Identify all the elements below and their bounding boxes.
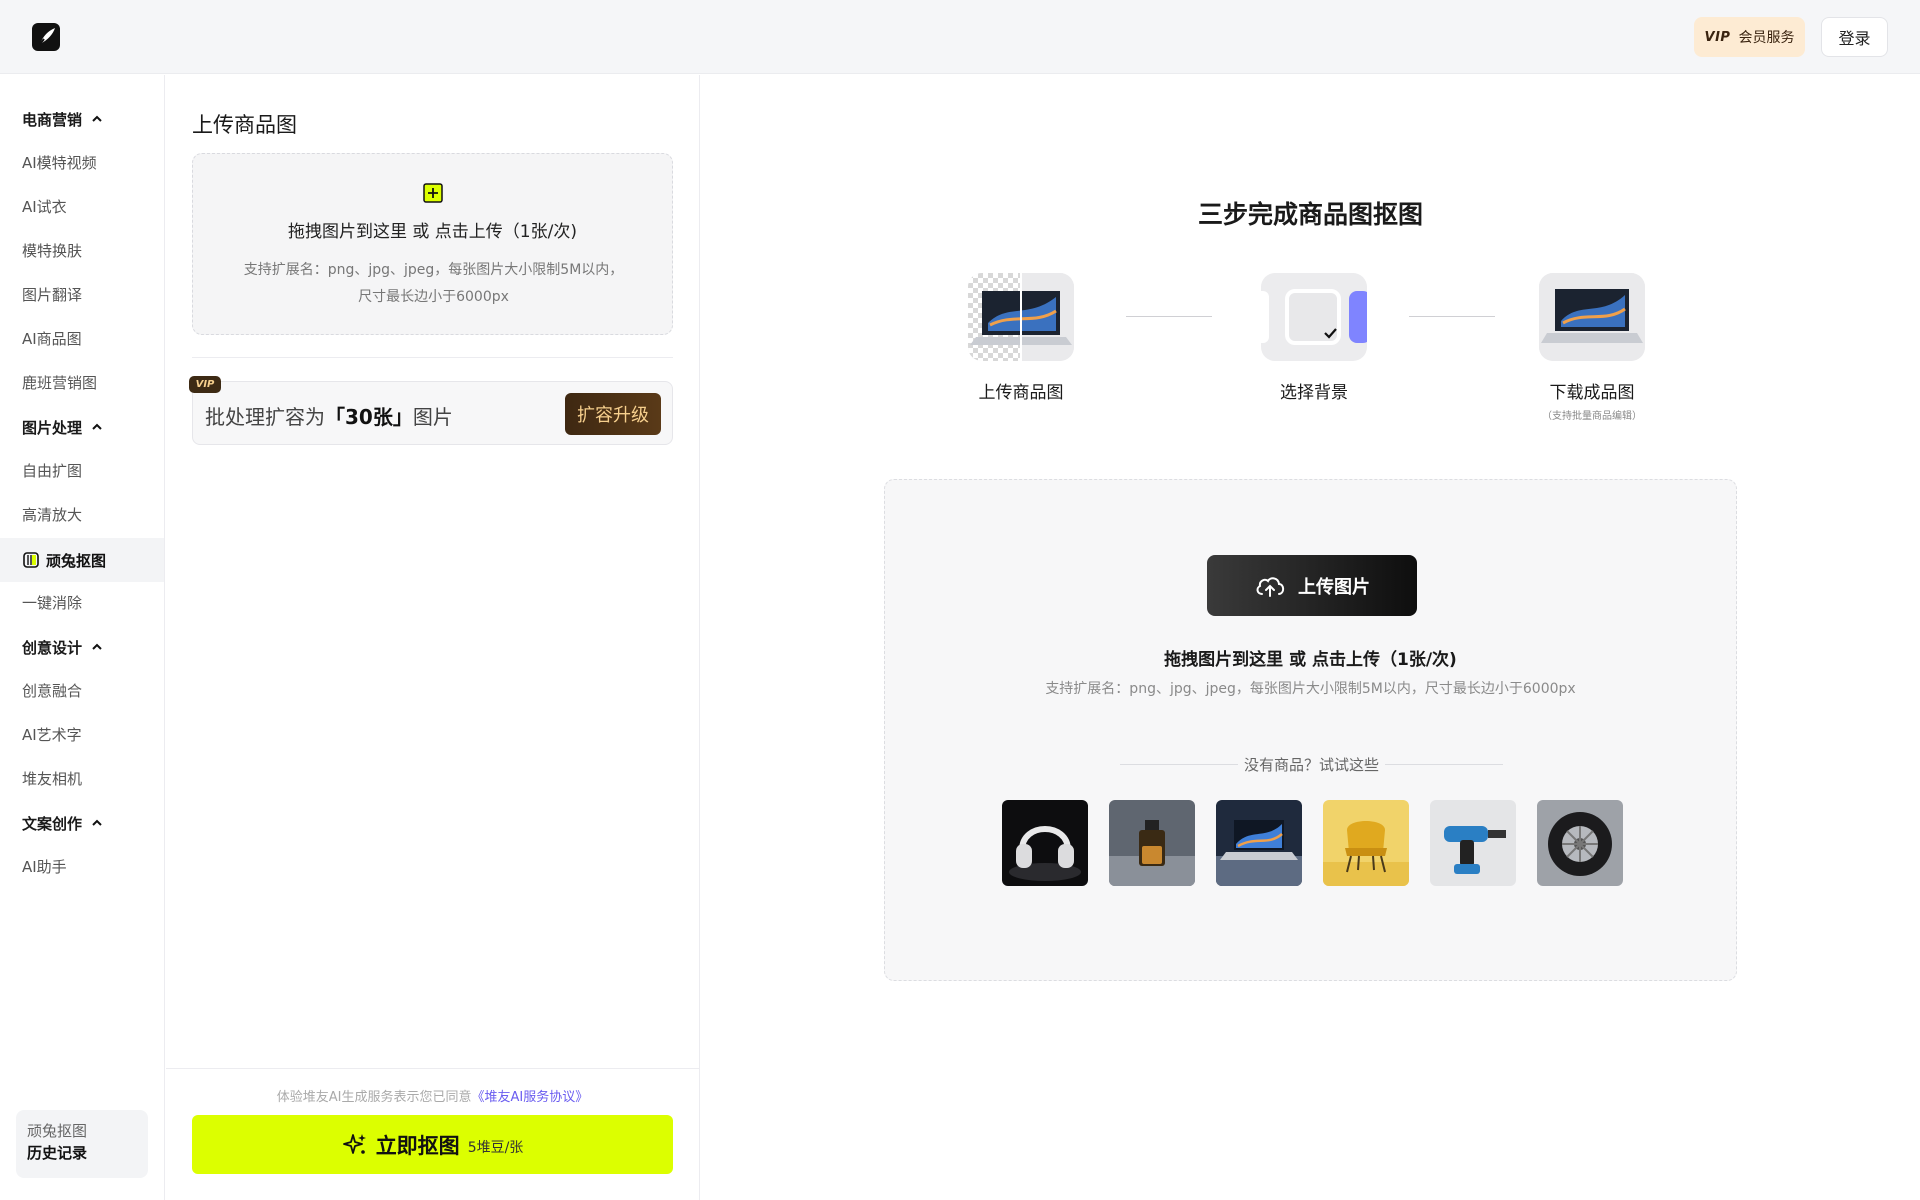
history-label: 历史记录 <box>27 1144 88 1162</box>
nav-group-label: 文案创作 <box>22 814 83 833</box>
sidebar-item-luban[interactable]: 鹿班营销图 <box>22 372 97 392</box>
sidebar-item-cutout[interactable]: 顽兔抠图 <box>0 538 164 582</box>
sidebar-item-label: 顽兔抠图 <box>46 551 107 570</box>
product-image-dropzone[interactable]: 拖拽图片到这里 或 点击上传（1张/次) 支持扩展名：png、jpg、jpeg，… <box>192 153 673 335</box>
banner-highlight: 「30张」 <box>325 405 413 429</box>
upgrade-button[interactable]: 扩容升级 <box>565 393 661 435</box>
sample-perfume[interactable] <box>1109 800 1195 886</box>
vip-label: 会员服务 <box>1738 30 1795 46</box>
history-title: 顽兔抠图 <box>27 1122 88 1140</box>
action-label: 立即抠图 <box>375 1133 460 1158</box>
batch-upgrade-text: 批处理扩容为「30张」图片 <box>205 401 453 430</box>
logo-icon[interactable] <box>31 22 61 52</box>
step-label: 上传商品图 <box>978 383 1064 403</box>
add-icon <box>423 183 443 203</box>
upload-image-button[interactable]: 上传图片 <box>1207 555 1417 616</box>
sidebar-item-outpaint[interactable]: 自由扩图 <box>22 460 82 480</box>
cutout-now-button[interactable]: 立即抠图 5堆豆/张 <box>192 1115 673 1174</box>
chair-image <box>1323 800 1409 886</box>
action-cost: 5堆豆/张 <box>467 1139 524 1156</box>
config-panel: 上传商品图 拖拽图片到这里 或 点击上传（1张/次) 支持扩展名：png、jpg… <box>166 75 700 1200</box>
login-button[interactable]: 登录 <box>1821 17 1888 57</box>
sample-drill[interactable] <box>1430 800 1516 886</box>
upload-area[interactable]: 上传图片 拖拽图片到这里 或 点击上传（1张/次) 支持扩展名：png、jpg、… <box>884 479 1737 981</box>
sidebar-item-fusion[interactable]: 创意融合 <box>22 680 82 700</box>
laptop-split-image <box>968 273 1074 361</box>
chevron-up-icon <box>92 423 102 430</box>
main-area: 三步完成商品图抠图 上传商品图 选择背景 下载成品图 （支持批量商品编辑） 上传… <box>701 75 1920 1200</box>
sidebar-item-model-skin[interactable]: 模特换肤 <box>22 240 82 260</box>
laptop-image <box>1539 273 1645 361</box>
chevron-up-icon <box>92 819 102 826</box>
batch-upgrade-banner: VIP 批处理扩容为「30张」图片 扩容升级 <box>189 376 673 445</box>
cutout-icon <box>23 552 39 568</box>
sample-chair[interactable] <box>1323 800 1409 886</box>
step-download: 下载成品图 （支持批量商品编辑） <box>1507 273 1677 422</box>
history-card[interactable]: 顽兔抠图 历史记录 <box>16 1110 148 1178</box>
step-sublabel: （支持批量商品编辑） <box>1542 411 1642 422</box>
sidebar-item-art-text[interactable]: AI艺术字 <box>22 724 82 744</box>
step-download-thumb <box>1539 273 1645 361</box>
chevron-up-icon <box>92 115 102 122</box>
drill-image <box>1430 800 1516 886</box>
sidebar: 电商营销 AI模特视频 AI试衣 模特换肤 图片翻译 AI商品图 鹿班营销图 图… <box>0 75 165 1200</box>
nav-group-label: 电商营销 <box>22 110 83 129</box>
cloud-upload-icon <box>1256 576 1285 597</box>
dropzone-text: 拖拽图片到这里 或 点击上传（1张/次) <box>288 222 577 242</box>
chevron-up-icon <box>92 643 102 650</box>
nav-group-copywriting[interactable]: 文案创作 <box>22 813 104 833</box>
upload-button-label: 上传图片 <box>1298 576 1370 598</box>
sidebar-item-upscale[interactable]: 高清放大 <box>22 504 82 524</box>
tire-image <box>1537 800 1623 886</box>
sidebar-item-image-translate[interactable]: 图片翻译 <box>22 284 82 304</box>
sidebar-item-erase[interactable]: 一键消除 <box>22 592 82 612</box>
nav-group-label: 创意设计 <box>22 638 83 657</box>
sidebar-item-ai-product-image[interactable]: AI商品图 <box>22 328 82 348</box>
step-connector <box>1126 316 1212 317</box>
sidebar-item-ai-tryon[interactable]: AI试衣 <box>22 196 67 216</box>
sample-tire[interactable] <box>1537 800 1623 886</box>
vip-membership-button[interactable]: VIP 会员服务 <box>1694 17 1805 57</box>
sparkle-icon <box>342 1133 366 1154</box>
vip-tag: VIP <box>1704 29 1731 45</box>
headphones-image <box>1002 800 1088 886</box>
step-upload: 上传商品图 <box>936 273 1106 403</box>
vip-badge: VIP <box>189 376 221 393</box>
step-upload-thumb <box>968 273 1074 361</box>
nav-group-image-processing[interactable]: 图片处理 <box>22 417 104 437</box>
sample-laptop[interactable] <box>1216 800 1302 886</box>
top-bar: VIP 会员服务 登录 <box>0 0 1920 74</box>
divider <box>192 357 673 358</box>
upload-main-text: 拖拽图片到这里 或 点击上传（1张/次) <box>1164 650 1457 670</box>
nav-group-creative[interactable]: 创意设计 <box>22 637 104 657</box>
banner-prefix: 批处理扩容为 <box>205 405 325 429</box>
sidebar-item-camera[interactable]: 堆友相机 <box>22 768 82 788</box>
banner-suffix: 图片 <box>412 405 453 429</box>
sidebar-item-ai-model-video[interactable]: AI模特视频 <box>22 152 97 172</box>
upload-hint: 支持扩展名：png、jpg、jpeg，每张图片大小限制5M以内，尺寸最长边小于6… <box>1045 681 1576 697</box>
steps-title: 三步完成商品图抠图 <box>1197 200 1423 229</box>
nav-group-label: 图片处理 <box>22 418 83 437</box>
agreement-prefix: 体验堆友AI生成服务表示您已同意 <box>276 1090 472 1105</box>
nav-group-ecommerce[interactable]: 电商营销 <box>22 109 104 129</box>
panel-title: 上传商品图 <box>192 113 297 137</box>
step-background-thumb <box>1261 273 1367 361</box>
try-samples-divider: 没有商品？试试这些 <box>1120 754 1503 774</box>
sidebar-item-ai-assistant[interactable]: AI助手 <box>22 856 67 876</box>
step-background: 选择背景 <box>1229 273 1399 403</box>
panel-footer: 体验堆友AI生成服务表示您已同意《堆友AI服务协议》 立即抠图 5堆豆/张 <box>166 1068 699 1200</box>
step-label: 下载成品图 <box>1549 383 1635 403</box>
step-label: 选择背景 <box>1280 383 1348 403</box>
try-samples-text: 没有商品？试试这些 <box>1243 756 1379 774</box>
laptop-sample-image <box>1216 800 1302 886</box>
dropzone-hint: 支持扩展名：png、jpg、jpeg，每张图片大小限制5M以内，尺寸最长边小于6… <box>243 262 624 305</box>
background-select-image <box>1261 289 1367 345</box>
perfume-image <box>1109 800 1195 886</box>
step-connector <box>1409 316 1495 317</box>
agreement-link[interactable]: 《堆友AI服务协议》 <box>472 1090 589 1105</box>
agreement-text: 体验堆友AI生成服务表示您已同意《堆友AI服务协议》 <box>166 1086 699 1105</box>
sample-images <box>1002 800 1623 886</box>
sample-headphones[interactable] <box>1002 800 1088 886</box>
